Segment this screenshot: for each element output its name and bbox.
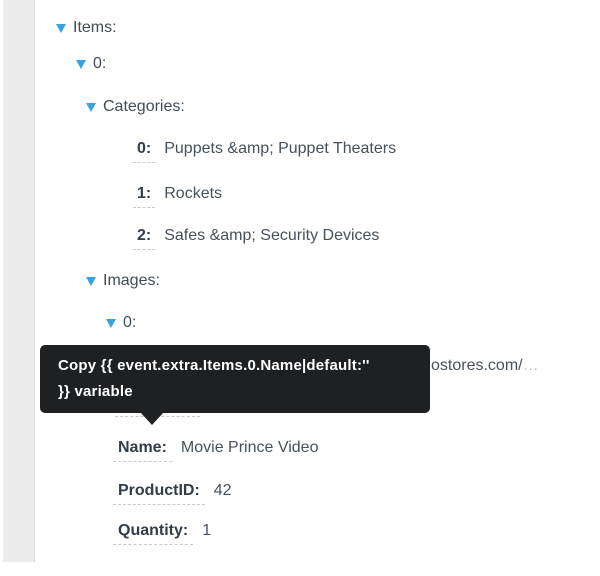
value-text: 1 [202, 521, 211, 541]
truncation-ellipsis: … [523, 356, 539, 376]
event-data-inspector-panel: Items: 0: Categories: 0: Puppets &amp; P… [0, 0, 600, 576]
tree-row-name: Name: Movie Prince Video [113, 438, 318, 462]
copyable-key[interactable]: Name: [113, 438, 172, 462]
copyable-key[interactable]: ProductID: [113, 481, 205, 505]
tooltip-line-2: }} variable [58, 379, 418, 405]
tree-row-category-0: 0: Puppets &amp; Puppet Theaters [133, 139, 396, 163]
tree-row-categories: Categories: [86, 97, 185, 121]
tree-row-item-0: 0: [76, 54, 106, 78]
value-text: 42 [214, 481, 232, 501]
value-text: Movie Prince Video [181, 438, 319, 458]
url-value-fragment: ostores.com/ [431, 356, 523, 376]
value-text: Puppets &amp; Puppet Theaters [164, 139, 396, 159]
branch-label: 0: [93, 54, 106, 74]
copyable-key[interactable]: 0: [133, 139, 155, 163]
tree-row-quantity: Quantity: 1 [113, 521, 211, 545]
tree-row-items: Items: [56, 18, 117, 42]
branch-label: Categories: [103, 97, 185, 117]
value-text: Rockets [164, 184, 222, 204]
collapse-triangle-icon[interactable] [86, 277, 96, 286]
collapse-triangle-icon[interactable] [106, 319, 116, 328]
collapse-triangle-icon[interactable] [86, 103, 96, 112]
tree-row-category-2: 2: Safes &amp; Security Devices [133, 226, 379, 250]
branch-label: Images: [103, 271, 160, 291]
collapse-triangle-icon[interactable] [56, 24, 66, 33]
tree-row-image-0: 0: [106, 313, 136, 337]
tooltip-line-1: Copy {{ event.extra.Items.0.Name|default… [58, 353, 418, 379]
tree-row-productid: ProductID: 42 [113, 481, 232, 505]
collapse-triangle-icon[interactable] [76, 60, 86, 69]
copy-variable-tooltip: Copy {{ event.extra.Items.0.Name|default… [40, 345, 430, 413]
left-gutter-rail [3, 0, 35, 562]
copyable-key[interactable]: 2: [133, 226, 155, 250]
tree-row-images: Images: [86, 271, 160, 295]
tree-row-category-1: 1: Rockets [133, 184, 222, 208]
branch-label: 0: [123, 313, 136, 333]
value-text: Safes &amp; Security Devices [164, 226, 379, 246]
branch-label: Items: [73, 18, 117, 38]
copyable-key[interactable]: 1: [133, 184, 155, 208]
copyable-key[interactable]: Quantity: [113, 521, 193, 545]
tree-row-image-url-fragment: ostores.com/ … [431, 356, 539, 380]
tooltip-caret-down-icon [140, 412, 164, 425]
